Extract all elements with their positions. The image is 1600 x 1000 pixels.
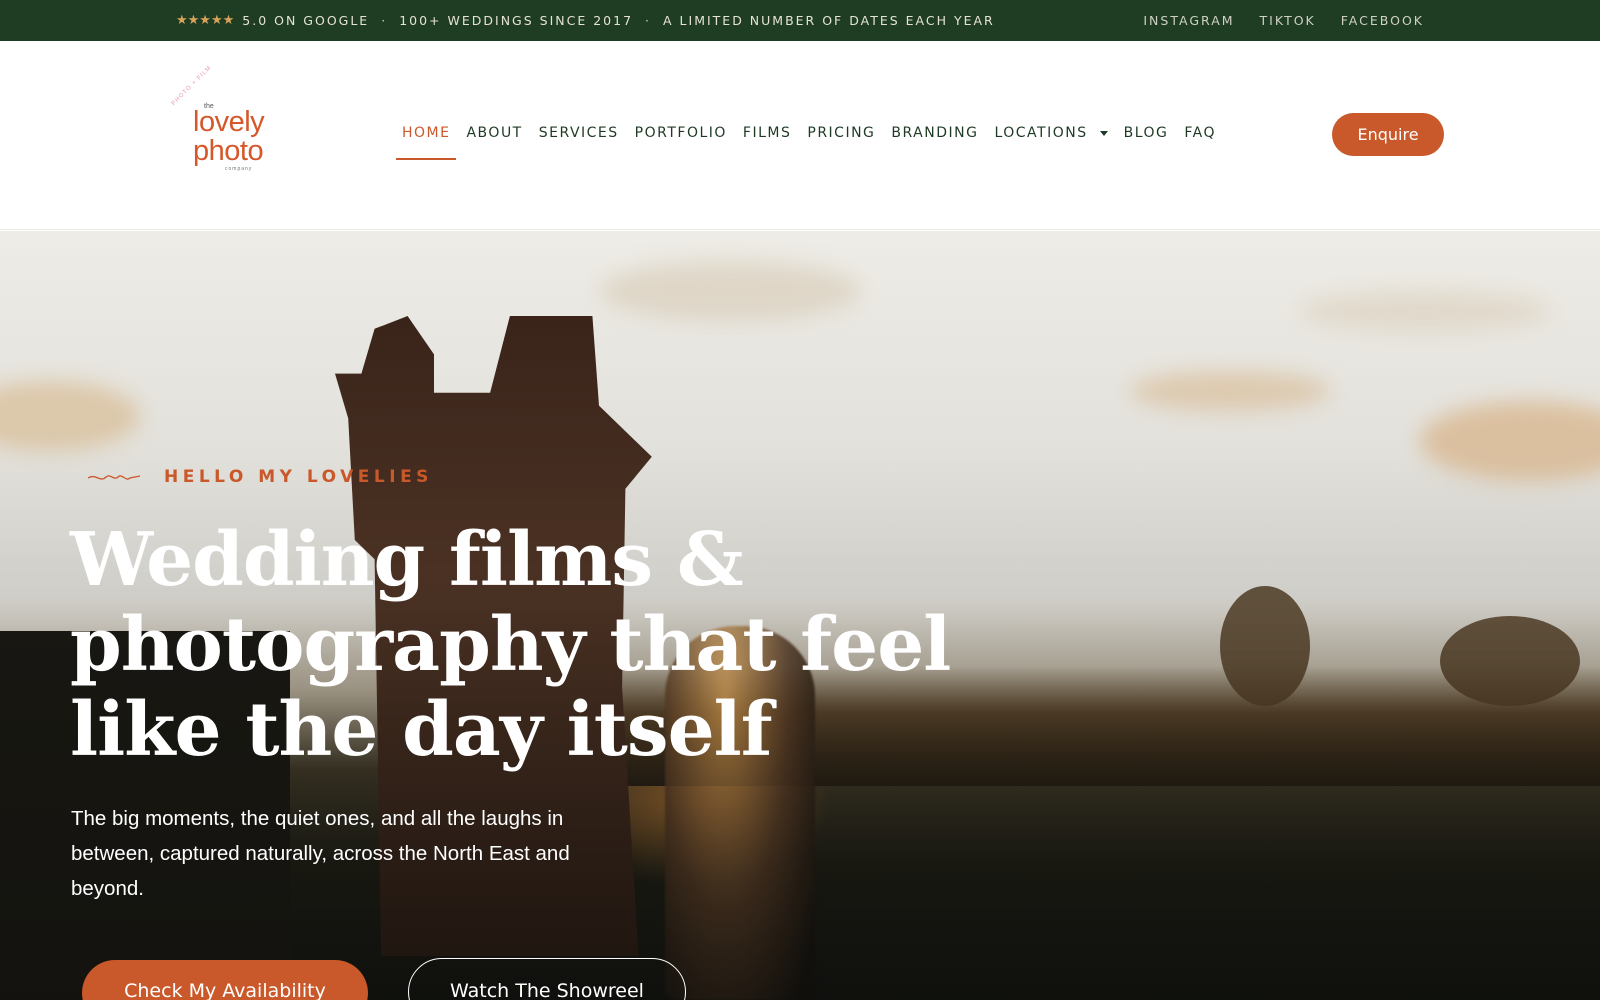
- nav-item-home[interactable]: HOME: [395, 125, 458, 160]
- nav-label: LOCATIONS: [994, 125, 1088, 141]
- nav-item-locations[interactable]: LOCATIONS: [994, 125, 1108, 141]
- announcement-bar: ★★★★★ 5.0 ON GOOGLE · 100+ WEDDINGS SINC…: [0, 0, 1600, 41]
- hero-headline-line: photography that feel: [70, 602, 951, 688]
- nav-label: SERVICES: [538, 125, 619, 141]
- separator-dot: ·: [381, 13, 388, 28]
- hero-kicker-text: HELLO MY LOVELIES: [164, 467, 433, 487]
- main-nav: HOME ABOUT SERVICES PORTFOLIO FILMS PRIC…: [395, 125, 1232, 160]
- nav-label: ABOUT: [466, 125, 523, 141]
- limited-dates-text: A LIMITED NUMBER OF DATES EACH YEAR: [663, 13, 995, 28]
- social-link-instagram[interactable]: INSTAGRAM: [1143, 13, 1234, 28]
- social-links: INSTAGRAM TIKTOK FACEBOOK: [1143, 13, 1424, 28]
- nav-label: BLOG: [1123, 125, 1169, 141]
- site-header: PHOTO + FILM the lovely photo company HO…: [0, 41, 1600, 230]
- nav-label: PRICING: [807, 125, 876, 141]
- hero-description: The big moments, the quiet ones, and all…: [71, 807, 570, 900]
- enquire-button[interactable]: Enquire: [1332, 113, 1444, 156]
- social-link-facebook[interactable]: FACEBOOK: [1341, 13, 1424, 28]
- social-link-tiktok[interactable]: TIKTOK: [1260, 13, 1316, 28]
- chevron-down-icon: [1099, 130, 1108, 136]
- logo-word-lovely: lovely: [193, 106, 265, 138]
- nav-item-blog[interactable]: BLOG: [1124, 125, 1169, 141]
- hero-kicker: HELLO MY LOVELIES: [86, 467, 433, 487]
- announcement-left: ★★★★★ 5.0 ON GOOGLE · 100+ WEDDINGS SINC…: [176, 13, 995, 28]
- nav-label: HOME: [402, 125, 451, 141]
- logo-word-photo: photo: [193, 135, 264, 167]
- watch-showreel-button[interactable]: Watch The Showreel: [408, 958, 686, 1000]
- nav-item-faq[interactable]: FAQ: [1184, 125, 1216, 141]
- site-logo[interactable]: PHOTO + FILM the lovely photo company: [171, 65, 280, 219]
- logo-arc-text: PHOTO + FILM: [170, 64, 214, 107]
- scribble-decoration-icon: [87, 475, 141, 480]
- nav-label: BRANDING: [891, 125, 979, 141]
- nav-item-about[interactable]: ABOUT: [466, 125, 522, 141]
- nav-label: FAQ: [1184, 125, 1217, 141]
- nav-item-branding[interactable]: BRANDING: [891, 125, 978, 141]
- check-availability-button[interactable]: Check My Availability: [82, 960, 368, 1000]
- separator-dot: ·: [645, 13, 652, 28]
- nav-label: PORTFOLIO: [634, 125, 727, 141]
- nav-item-services[interactable]: SERVICES: [539, 125, 619, 141]
- weddings-count-text: 100+ WEDDINGS SINCE 2017: [399, 13, 634, 28]
- google-rating-text: 5.0 ON GOOGLE: [242, 13, 370, 28]
- nav-item-portfolio[interactable]: PORTFOLIO: [635, 125, 727, 141]
- hero-headline-line: Wedding films &: [70, 517, 744, 603]
- star-icon: ★★★★★: [176, 13, 235, 28]
- nav-label: FILMS: [742, 125, 792, 141]
- hero-headline-line: like the day itself: [70, 687, 773, 773]
- nav-item-pricing[interactable]: PRICING: [807, 125, 875, 141]
- logo-word-company: company: [225, 166, 253, 172]
- hero-section: HELLO MY LOVELIES Wedding films & photog…: [0, 231, 1600, 1000]
- nav-item-films[interactable]: FILMS: [743, 125, 791, 141]
- hero-headline: Wedding films & photography that feel li…: [70, 518, 970, 773]
